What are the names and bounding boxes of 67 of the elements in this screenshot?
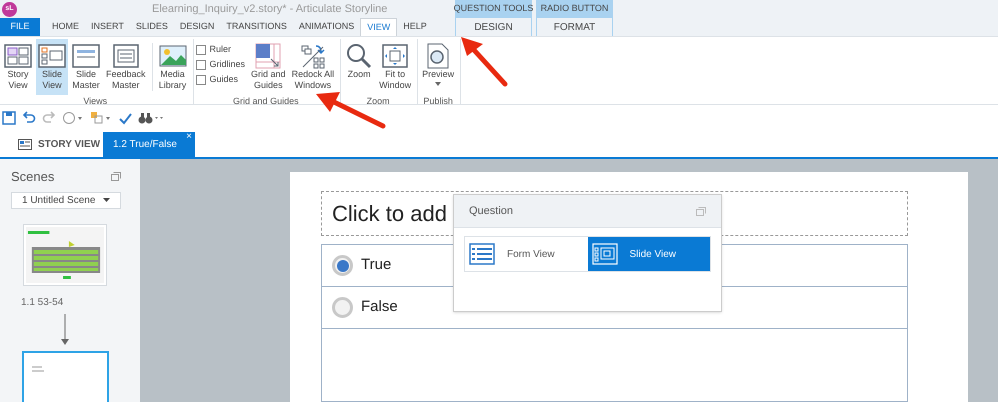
storyboard-icon bbox=[18, 139, 32, 150]
grid-icon bbox=[254, 43, 282, 69]
ribbon-button[interactable]: Grid and Guides bbox=[249, 39, 288, 95]
annotation-arrow bbox=[461, 37, 508, 86]
ribbon-tab[interactable]: HELP bbox=[397, 18, 433, 36]
ribbon-tab[interactable]: DESIGN bbox=[174, 18, 220, 36]
slide-view-icon bbox=[592, 243, 618, 265]
ribbon-tab[interactable]: VIEW bbox=[360, 18, 398, 36]
ribbon-tab[interactable]: SLIDES bbox=[130, 18, 174, 36]
shapes-dropdown-icon[interactable] bbox=[90, 111, 112, 125]
zoom-icon bbox=[345, 43, 374, 69]
undo-icon[interactable] bbox=[22, 111, 36, 125]
close-icon[interactable]: × bbox=[186, 132, 192, 142]
ribbon-tab[interactable]: ANIMATIONS bbox=[292, 18, 360, 36]
radio-button[interactable] bbox=[332, 297, 353, 318]
panel-title: Question bbox=[469, 204, 514, 219]
ribbon-button[interactable]: Slide Master bbox=[70, 39, 102, 95]
windows-icon bbox=[298, 43, 327, 69]
checkbox[interactable]: Ruler bbox=[196, 43, 246, 56]
radio-button[interactable] bbox=[332, 255, 353, 276]
caret-icon bbox=[103, 198, 110, 202]
slide-thumbnail[interactable] bbox=[22, 350, 109, 402]
group-label: Publish bbox=[422, 95, 454, 107]
ribbon-button[interactable]: Fit to Window bbox=[377, 39, 414, 95]
group-label: Zoom bbox=[366, 95, 391, 107]
fit-window-icon bbox=[381, 43, 410, 69]
group-label: Grid and Guides bbox=[232, 95, 300, 107]
scene-dropdown[interactable]: 1 Untitled Scene bbox=[11, 192, 121, 208]
ribbon-button[interactable]: Media Library bbox=[156, 39, 189, 95]
arrow-icon bbox=[61, 314, 69, 344]
restore-icon[interactable] bbox=[696, 206, 706, 216]
panel-title: Scenes bbox=[11, 168, 54, 186]
checkbox[interactable]: Guides bbox=[196, 73, 246, 86]
redo-icon[interactable] bbox=[42, 111, 56, 125]
ribbon-button[interactable]: Story View bbox=[2, 39, 34, 95]
spellcheck-icon[interactable] bbox=[118, 111, 132, 125]
document-tab[interactable]: STORY VIEW bbox=[0, 132, 103, 157]
ribbon-tab[interactable]: HOME bbox=[46, 18, 85, 36]
ribbon-button[interactable]: Zoom bbox=[343, 39, 376, 95]
ribbon-button[interactable]: Slide View bbox=[36, 39, 68, 95]
binoculars-icon[interactable] bbox=[138, 111, 164, 125]
ribbon-button[interactable]: Redock All Windows bbox=[290, 39, 336, 95]
slide-master-icon bbox=[72, 43, 100, 69]
ribbon-tab[interactable]: INSERT bbox=[85, 18, 130, 36]
ribbon-button[interactable]: Preview bbox=[420, 39, 456, 95]
ribbon-tab[interactable]: FILE bbox=[0, 18, 40, 36]
image-icon bbox=[158, 43, 187, 69]
ribbon-tab[interactable]: DESIGN bbox=[456, 18, 531, 36]
text-lines-icon bbox=[32, 364, 44, 372]
window-title: Elearning_Inquiry_v2.story* - Articulate Storyline bbox=[152, 2, 388, 17]
view-toggle[interactable]: Slide View bbox=[588, 237, 710, 271]
circle-dropdown-icon[interactable] bbox=[62, 111, 84, 125]
ribbon-tab[interactable]: FORMAT bbox=[537, 18, 612, 36]
feedback-master-icon bbox=[112, 43, 140, 69]
checkbox[interactable]: Gridlines bbox=[196, 58, 246, 71]
group-label: Views bbox=[82, 95, 108, 107]
story-view-icon bbox=[4, 43, 32, 69]
ribbon-tab[interactable]: TRANSITIONS bbox=[220, 18, 293, 36]
context-group-label: RADIO BUTTON bbox=[540, 2, 610, 16]
restore-icon[interactable] bbox=[111, 172, 121, 182]
document-tab[interactable]: 1.2 True/False × bbox=[103, 132, 195, 157]
slide-label: 1.1 53-54 bbox=[21, 296, 64, 310]
context-group-label: QUESTION TOOLS bbox=[455, 2, 532, 16]
save-icon[interactable] bbox=[2, 111, 16, 125]
form-view-icon bbox=[469, 243, 495, 265]
slide-view-icon bbox=[38, 43, 66, 69]
ribbon-button[interactable]: Feedback Master bbox=[104, 39, 148, 95]
